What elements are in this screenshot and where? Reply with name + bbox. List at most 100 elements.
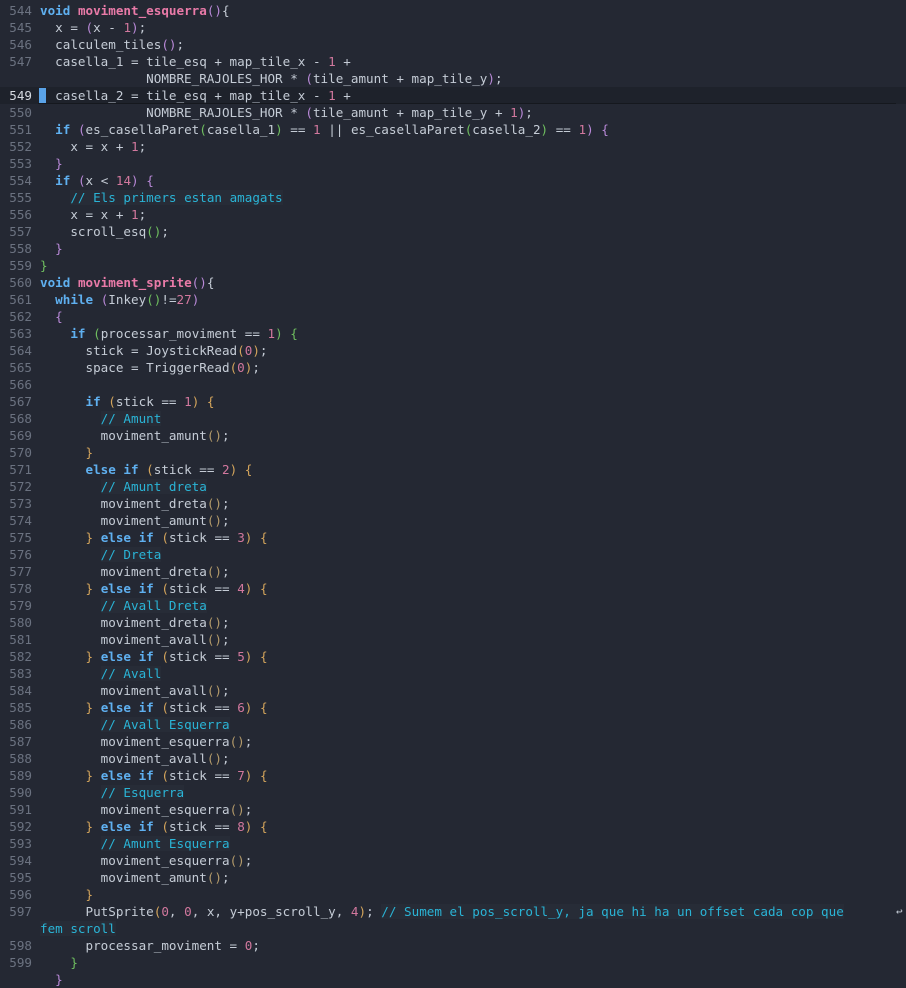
- code-text[interactable]: casella_2 = tile_esq + map_tile_x - 1 +: [40, 87, 351, 104]
- code-text[interactable]: moviment_avall();: [40, 682, 230, 699]
- code-line[interactable]: 589 } else if (stick == 7) {: [0, 767, 906, 784]
- code-line[interactable]: 578 } else if (stick == 4) {: [0, 580, 906, 597]
- code-line[interactable]: 556 x = x + 1;: [0, 206, 906, 223]
- code-text[interactable]: moviment_amunt();: [40, 512, 230, 529]
- code-line[interactable]: fem scroll: [0, 920, 906, 937]
- code-line[interactable]: 554 if (x < 14) {: [0, 172, 906, 189]
- code-text[interactable]: NOMBRE_RAJOLES_HOR * (tile_amunt + map_t…: [40, 104, 533, 121]
- code-text[interactable]: moviment_dreta();: [40, 495, 230, 512]
- code-line[interactable]: 592 } else if (stick == 8) {: [0, 818, 906, 835]
- code-line[interactable]: 547 casella_1 = tile_esq + map_tile_x - …: [0, 53, 906, 70]
- code-text[interactable]: space = TriggerRead(0);: [40, 359, 259, 376]
- code-line[interactable]: 568 // Amunt: [0, 410, 906, 427]
- code-line[interactable]: 571 else if (stick == 2) {: [0, 461, 906, 478]
- code-text[interactable]: moviment_amunt();: [40, 869, 230, 886]
- code-text[interactable]: while (Inkey()!=27): [40, 291, 199, 308]
- code-line[interactable]: 574 moviment_amunt();: [0, 512, 906, 529]
- code-text[interactable]: } else if (stick == 6) {: [40, 699, 268, 716]
- code-line[interactable]: 559}: [0, 257, 906, 274]
- code-editor[interactable]: 544 void moviment_esquerra(){545 x = (x -…: [0, 2, 906, 988]
- code-text[interactable]: stick = JoystickRead(0);: [40, 342, 267, 359]
- code-line[interactable]: 591 moviment_esquerra();: [0, 801, 906, 818]
- code-text[interactable]: // Avall: [40, 665, 162, 682]
- code-line[interactable]: 597 PutSprite(0, 0, x, y+pos_scroll_y, 4…: [0, 903, 906, 920]
- code-line[interactable]: }: [0, 971, 906, 988]
- code-text[interactable]: moviment_esquerra();: [40, 733, 253, 750]
- code-text[interactable]: NOMBRE_RAJOLES_HOR * (tile_amunt + map_t…: [40, 70, 502, 87]
- code-text[interactable]: if (stick == 1) {: [40, 393, 215, 410]
- code-text[interactable]: }: [40, 886, 94, 903]
- code-line[interactable]: 570 }: [0, 444, 906, 461]
- code-line[interactable]: 598 processar_moviment = 0;: [0, 937, 906, 954]
- code-line[interactable]: 576 // Dreta: [0, 546, 906, 563]
- code-line[interactable]: 579 // Avall Dreta: [0, 597, 906, 614]
- code-line[interactable]: 583 // Avall: [0, 665, 906, 682]
- code-text[interactable]: // Dreta: [40, 546, 162, 563]
- code-text[interactable]: // Avall Dreta: [40, 597, 207, 614]
- code-line[interactable]: 587 moviment_esquerra();: [0, 733, 906, 750]
- code-text[interactable]: fem scroll: [40, 920, 116, 937]
- code-line[interactable]: 561 while (Inkey()!=27): [0, 291, 906, 308]
- code-text[interactable]: // Avall Esquerra: [40, 716, 230, 733]
- code-line[interactable]: 572 // Amunt dreta: [0, 478, 906, 495]
- code-line[interactable]: 551 if (es_casellaParet(casella_1) == 1 …: [0, 121, 906, 138]
- code-line[interactable]: 550 NOMBRE_RAJOLES_HOR * (tile_amunt + m…: [0, 104, 906, 121]
- code-text[interactable]: // Els primers estan amagats: [40, 189, 283, 206]
- code-line[interactable]: 581 moviment_avall();: [0, 631, 906, 648]
- code-text[interactable]: if (es_casellaParet(casella_1) == 1 || e…: [40, 121, 609, 138]
- code-line[interactable]: 575 } else if (stick == 3) {: [0, 529, 906, 546]
- code-text[interactable]: PutSprite(0, 0, x, y+pos_scroll_y, 4); /…: [40, 903, 844, 920]
- code-line[interactable]: 588 moviment_avall();: [0, 750, 906, 767]
- code-text[interactable]: } else if (stick == 5) {: [40, 648, 268, 665]
- code-text[interactable]: // Amunt: [40, 410, 162, 427]
- code-line[interactable]: 546 calculem_tiles();: [0, 36, 906, 53]
- code-text[interactable]: if (processar_moviment == 1) {: [40, 325, 298, 342]
- code-text[interactable]: moviment_dreta();: [40, 614, 230, 631]
- code-text[interactable]: moviment_avall();: [40, 631, 230, 648]
- code-text[interactable]: casella_1 = tile_esq + map_tile_x - 1 +: [40, 53, 351, 70]
- code-line[interactable]: 580 moviment_dreta();: [0, 614, 906, 631]
- code-line[interactable]: 553 }: [0, 155, 906, 172]
- code-text[interactable]: x = x + 1;: [40, 138, 146, 155]
- code-text[interactable]: }: [40, 954, 78, 971]
- code-text[interactable]: } else if (stick == 7) {: [40, 767, 268, 784]
- code-line[interactable]: 594 moviment_esquerra();: [0, 852, 906, 869]
- code-line[interactable]: 585 } else if (stick == 6) {: [0, 699, 906, 716]
- code-line[interactable]: 557 scroll_esq();: [0, 223, 906, 240]
- code-line[interactable]: 582 } else if (stick == 5) {: [0, 648, 906, 665]
- code-text[interactable]: if (x < 14) {: [40, 172, 154, 189]
- code-line[interactable]: 593 // Amunt Esquerra: [0, 835, 906, 852]
- code-text[interactable]: }: [40, 155, 63, 172]
- code-line[interactable]: 590 // Esquerra: [0, 784, 906, 801]
- code-line[interactable]: 567 if (stick == 1) {: [0, 393, 906, 410]
- code-text[interactable]: {: [40, 308, 63, 325]
- code-text[interactable]: processar_moviment = 0;: [40, 937, 259, 954]
- code-line[interactable]: 560 void moviment_sprite(){: [0, 274, 906, 291]
- code-text[interactable]: x = (x - 1);: [40, 19, 146, 36]
- code-line[interactable]: 569 moviment_amunt();: [0, 427, 906, 444]
- code-text[interactable]: void moviment_esquerra(){: [40, 2, 230, 19]
- code-text[interactable]: }: [40, 257, 48, 274]
- code-line[interactable]: 562 {: [0, 308, 906, 325]
- code-text[interactable]: // Amunt dreta: [40, 478, 207, 495]
- code-text[interactable]: }: [40, 444, 94, 461]
- code-line[interactable]: 584 moviment_avall();: [0, 682, 906, 699]
- code-text[interactable]: moviment_amunt();: [40, 427, 230, 444]
- code-line[interactable]: 552 x = x + 1;: [0, 138, 906, 155]
- code-text[interactable]: } else if (stick == 3) {: [40, 529, 268, 546]
- code-text[interactable]: }: [40, 971, 63, 988]
- code-line[interactable]: NOMBRE_RAJOLES_HOR * (tile_amunt + map_t…: [0, 70, 906, 87]
- code-text[interactable]: moviment_avall();: [40, 750, 230, 767]
- code-line[interactable]: 595 moviment_amunt();: [0, 869, 906, 886]
- code-text[interactable]: // Esquerra: [40, 784, 185, 801]
- code-line[interactable]: 564 stick = JoystickRead(0);: [0, 342, 906, 359]
- code-line[interactable]: 566: [0, 376, 906, 393]
- current-code-line[interactable]: 549 casella_2 = tile_esq + map_tile_x - …: [0, 87, 906, 104]
- code-line[interactable]: 577 moviment_dreta();: [0, 563, 906, 580]
- code-line[interactable]: 565 space = TriggerRead(0);: [0, 359, 906, 376]
- code-text[interactable]: scroll_esq();: [40, 223, 169, 240]
- code-line[interactable]: 544 void moviment_esquerra(){: [0, 2, 906, 19]
- code-line[interactable]: 599 }: [0, 954, 906, 971]
- code-line[interactable]: 558 }: [0, 240, 906, 257]
- code-text[interactable]: // Amunt Esquerra: [40, 835, 230, 852]
